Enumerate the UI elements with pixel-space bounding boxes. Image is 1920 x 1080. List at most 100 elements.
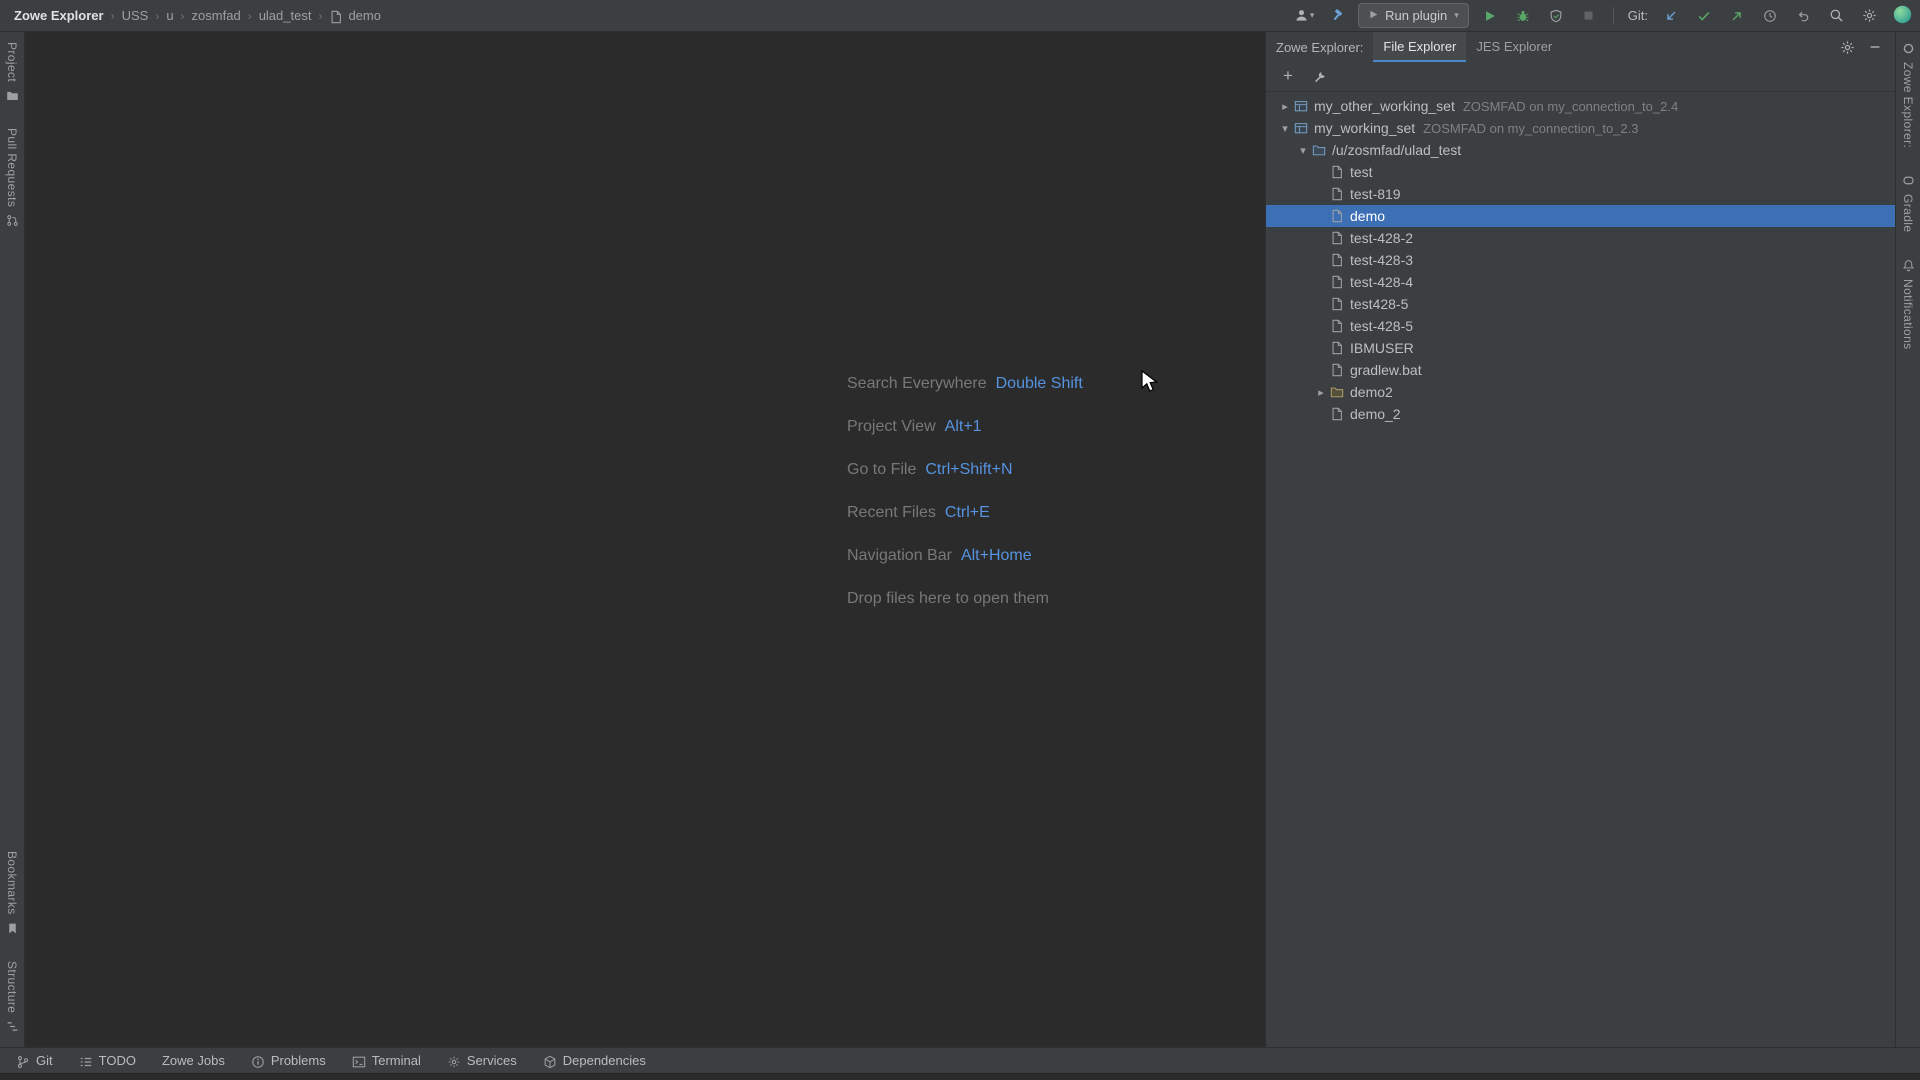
dependencies-icon — [543, 1055, 557, 1069]
stripe-button-project[interactable]: Project — [5, 42, 19, 102]
tool-window-button-services[interactable]: Services — [447, 1053, 517, 1068]
chevron-down-icon: ▾ — [1454, 10, 1459, 21]
history-button[interactable] — [1758, 4, 1782, 28]
user-avatar[interactable] — [1893, 5, 1912, 27]
hint-shortcut[interactable]: Double Shift — [996, 375, 1083, 393]
push-arrow-icon — [1730, 9, 1744, 23]
tree-row-test-819[interactable]: test-819 — [1266, 183, 1895, 205]
panel-settings-button[interactable] — [1835, 35, 1859, 59]
hint-label: Project View — [847, 418, 936, 436]
tree-row-test-428-4[interactable]: test-428-4 — [1266, 271, 1895, 293]
chevron-right-icon[interactable]: ▸ — [1312, 386, 1330, 399]
run-configuration-dropdown[interactable]: Run plugin ▾ — [1358, 3, 1469, 28]
hint-shortcut[interactable]: Alt+1 — [945, 418, 982, 436]
tree-row-test428-5[interactable]: test428-5 — [1266, 293, 1895, 315]
stop-icon — [1582, 9, 1595, 22]
tree-row-test-428-2[interactable]: test-428-2 — [1266, 227, 1895, 249]
tree-item-suffix: ZOSMFAD on my_connection_to_2.3 — [1423, 121, 1638, 136]
tab-jes-explorer[interactable]: JES Explorer — [1466, 32, 1562, 62]
info-icon — [251, 1055, 265, 1069]
tool-window-button-git[interactable]: Git — [16, 1053, 53, 1068]
zowe-explorer-icon — [1902, 42, 1915, 55]
tree-row-demo-2[interactable]: demo_2 — [1266, 403, 1895, 425]
tree-row-my-other-working-set[interactable]: ▸my_other_working_setZOSMFAD on my_conne… — [1266, 95, 1895, 117]
add-working-set-button[interactable]: + — [1276, 65, 1300, 89]
file-icon — [1330, 297, 1350, 311]
tree-item-label: demo_2 — [1350, 406, 1401, 422]
tool-window-button-zowe-jobs[interactable]: Zowe Jobs — [162, 1053, 225, 1068]
hint-line: Navigation BarAlt+Home — [847, 534, 1083, 577]
git-update-button[interactable] — [1659, 4, 1683, 28]
search-everywhere-button[interactable] — [1824, 4, 1848, 28]
hint-shortcut[interactable]: Ctrl+Shift+N — [925, 461, 1012, 479]
user-menu-button[interactable]: ▾ — [1292, 4, 1316, 28]
tree-row-test-428-5[interactable]: test-428-5 — [1266, 315, 1895, 337]
breadcrumb-item-zowe-explorer[interactable]: Zowe Explorer — [14, 8, 104, 23]
chevron-down-icon[interactable]: ▾ — [1276, 122, 1294, 135]
chevron-down-icon[interactable]: ▾ — [1294, 144, 1312, 157]
git-commit-button[interactable] — [1692, 4, 1716, 28]
tree-row-demo[interactable]: demo — [1266, 205, 1895, 227]
hint-line: Go to FileCtrl+Shift+N — [847, 448, 1083, 491]
tree-row-ibmuser[interactable]: IBMUSER — [1266, 337, 1895, 359]
rollback-button[interactable] — [1791, 4, 1815, 28]
breadcrumb-item-ulad-test[interactable]: ulad_test — [259, 8, 312, 23]
breadcrumb-item-demo[interactable]: demo — [348, 8, 381, 23]
tree-row-demo2[interactable]: ▸demo2 — [1266, 381, 1895, 403]
chevron-down-icon: ▾ — [1310, 10, 1315, 21]
tab-file-explorer[interactable]: File Explorer — [1373, 32, 1466, 62]
stripe-label: Zowe Explorer: — [1901, 62, 1915, 148]
tree-row-gradlew-bat[interactable]: gradlew.bat — [1266, 359, 1895, 381]
stripe-button-bookmarks[interactable]: Bookmarks — [5, 851, 19, 935]
panel-hide-button[interactable] — [1863, 35, 1887, 59]
breadcrumb: Zowe Explorer›USS›u›zosmfad›ulad_test›de… — [14, 8, 381, 23]
tree-item-label: demo — [1350, 208, 1385, 224]
run-button[interactable] — [1478, 4, 1502, 28]
stripe-button-notifications[interactable]: Notifications — [1901, 259, 1915, 350]
tool-window-button-problems[interactable]: Problems — [251, 1053, 326, 1068]
hint-shortcut[interactable]: Alt+Home — [961, 547, 1032, 565]
git-label: Git: — [1628, 8, 1648, 23]
minus-icon — [1868, 40, 1882, 54]
stripe-button-zowe-explorer[interactable]: Zowe Explorer: — [1901, 42, 1915, 148]
build-project-button[interactable] — [1325, 4, 1349, 28]
tool-window-button-todo[interactable]: TODO — [79, 1053, 136, 1068]
breadcrumb-item-uss[interactable]: USS — [122, 8, 149, 23]
bookmarks-icon — [6, 922, 19, 935]
stop-button[interactable] — [1577, 4, 1601, 28]
stripe-button-structure[interactable]: Structure — [5, 961, 19, 1033]
tool-window-button-terminal[interactable]: Terminal — [352, 1053, 421, 1068]
hint-shortcut[interactable]: Ctrl+E — [945, 504, 990, 522]
debug-button[interactable] — [1511, 4, 1535, 28]
chevron-right-icon[interactable]: ▸ — [1276, 100, 1294, 113]
stripe-button-gradle[interactable]: Gradle — [1901, 174, 1915, 232]
undo-icon — [1796, 9, 1810, 23]
terminal-icon — [352, 1055, 366, 1069]
hint-label: Search Everywhere — [847, 375, 987, 393]
tree-item-label: my_working_set — [1314, 120, 1415, 136]
right-stripe-top: Zowe Explorer: Gradle Notifications — [1901, 42, 1915, 349]
tree-item-label: test-819 — [1350, 186, 1401, 202]
file-icon — [1330, 407, 1350, 421]
tree-row-test[interactable]: test — [1266, 161, 1895, 183]
coverage-button[interactable] — [1544, 4, 1568, 28]
breadcrumb-item-zosmfad[interactable]: zosmfad — [192, 8, 241, 23]
tree-item-label: test-428-3 — [1350, 252, 1413, 268]
tool-window-button-dependencies[interactable]: Dependencies — [543, 1053, 646, 1068]
tree-row-test-428-3[interactable]: test-428-3 — [1266, 249, 1895, 271]
stripe-button-pull-requests[interactable]: Pull Requests — [5, 128, 19, 227]
settings-button[interactable] — [1857, 4, 1881, 28]
tree-row-u-zosmfad-ulad-test[interactable]: ▾/u/zosmfad/ulad_test — [1266, 139, 1895, 161]
todo-icon — [79, 1055, 93, 1069]
git-push-button[interactable] — [1725, 4, 1749, 28]
breadcrumb-item-u[interactable]: u — [166, 8, 173, 23]
gradle-icon — [1902, 174, 1915, 187]
tool-window-label: Terminal — [372, 1053, 421, 1068]
left-tool-stripe: Project Pull Requests Bookmarks Structure — [0, 32, 25, 1047]
breadcrumb-separator: › — [248, 9, 252, 23]
tree-row-my-working-set[interactable]: ▾ my_working_set ZOSMFAD on my_connection_… — [1266, 117, 1895, 139]
panel-header-actions — [1835, 35, 1887, 59]
file-icon — [1330, 341, 1350, 355]
panel-tools-button[interactable] — [1308, 65, 1332, 89]
file-icon — [1330, 319, 1350, 333]
